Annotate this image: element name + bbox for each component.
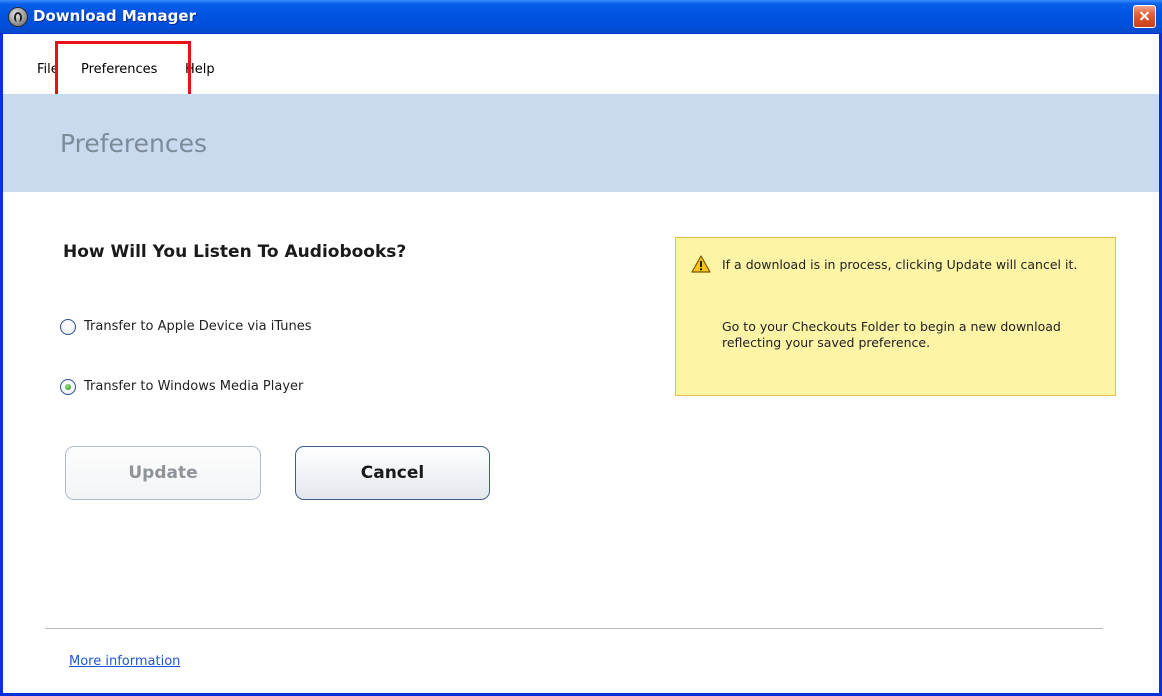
update-button[interactable]: Update bbox=[65, 446, 261, 500]
warning-icon bbox=[691, 255, 711, 273]
option-windows-media-player-label[interactable]: Transfer to Windows Media Player bbox=[84, 379, 303, 394]
option-itunes-label[interactable]: Transfer to Apple Device via iTunes bbox=[84, 319, 312, 334]
update-notice-box: If a download is in process, clicking Up… bbox=[675, 237, 1116, 396]
radio-itunes[interactable] bbox=[60, 319, 76, 335]
listening-question-heading: How Will You Listen To Audiobooks? bbox=[63, 242, 407, 262]
page-title: Preferences bbox=[60, 129, 208, 158]
download-manager-window: Download Manager File Preferences Help P… bbox=[0, 0, 1162, 696]
footer-divider bbox=[45, 628, 1103, 629]
menu-bar: File Preferences Help bbox=[3, 34, 1159, 101]
menu-help[interactable]: Help bbox=[185, 62, 215, 77]
radio-windows-media-player[interactable] bbox=[60, 379, 76, 395]
title-bar[interactable]: Download Manager bbox=[0, 0, 1162, 34]
headphones-app-icon bbox=[8, 7, 28, 27]
more-information-link[interactable]: More information bbox=[69, 654, 180, 669]
menu-file[interactable]: File bbox=[37, 62, 59, 77]
close-button[interactable] bbox=[1133, 5, 1156, 28]
notice-text-cancel: If a download is in process, clicking Up… bbox=[722, 257, 1078, 272]
menu-preferences[interactable]: Preferences bbox=[81, 62, 157, 77]
window-title: Download Manager bbox=[33, 7, 196, 25]
notice-text-checkouts: Go to your Checkouts Folder to begin a n… bbox=[722, 319, 1061, 350]
page-header: Preferences bbox=[3, 94, 1159, 192]
cancel-button[interactable]: Cancel bbox=[295, 446, 490, 500]
